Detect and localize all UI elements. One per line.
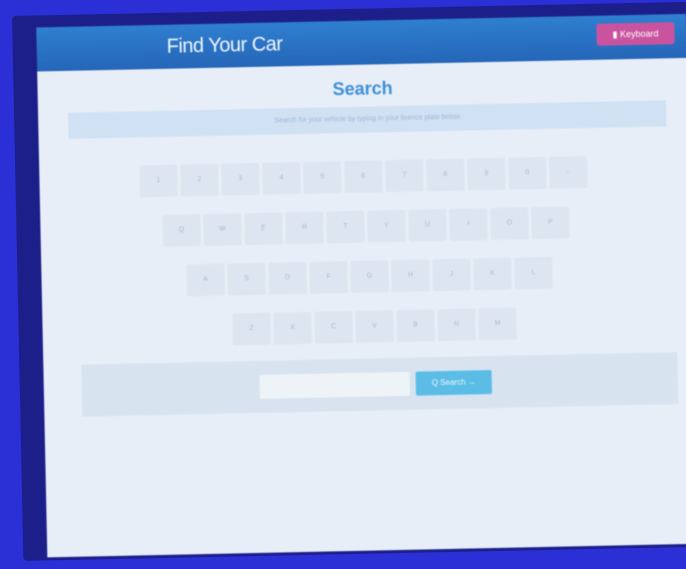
key-q[interactable]: Q — [162, 214, 201, 247]
key-c[interactable]: C — [314, 310, 353, 344]
key-r[interactable]: R — [285, 211, 324, 245]
kiosk-screen: Find Your Car ▮ Keyboard Search Search f… — [36, 13, 686, 558]
key-t[interactable]: T — [326, 210, 365, 244]
app-title: Find Your Car — [166, 33, 283, 58]
key-6[interactable]: 6 — [344, 160, 383, 194]
key-d[interactable]: D — [268, 261, 307, 295]
key-z[interactable]: Z — [232, 312, 271, 346]
key-y[interactable]: Y — [367, 209, 406, 243]
key-n[interactable]: N — [437, 308, 476, 342]
key-k[interactable]: K — [473, 257, 512, 291]
key-0[interactable]: 0 — [508, 156, 547, 190]
key-u[interactable]: U — [408, 208, 447, 242]
key-9[interactable]: 9 — [467, 157, 506, 191]
key-b[interactable]: B — [396, 309, 435, 343]
backspace-key[interactable]: ← — [549, 155, 588, 189]
keyboard-toggle-button[interactable]: ▮ Keyboard — [596, 22, 675, 46]
search-button[interactable]: Q Search → — [415, 370, 493, 396]
key-5[interactable]: 5 — [303, 161, 342, 194]
keyboard-row-4: Z X C V B N M — [232, 307, 517, 346]
key-x[interactable]: X — [273, 311, 312, 345]
key-s[interactable]: S — [227, 262, 266, 296]
keyboard-row-2: Q W E R T Y U I O P — [162, 206, 570, 247]
search-hint-bar: Search for your vehicle by typing in you… — [68, 100, 667, 139]
key-8[interactable]: 8 — [426, 158, 465, 192]
key-w[interactable]: W — [203, 213, 242, 247]
key-a[interactable]: A — [186, 263, 225, 297]
key-v[interactable]: V — [355, 310, 394, 343]
plate-search-input[interactable] — [259, 371, 411, 399]
key-p[interactable]: P — [531, 206, 570, 240]
key-j[interactable]: J — [432, 258, 471, 292]
key-f[interactable]: F — [309, 261, 348, 294]
header-bar: Find Your Car ▮ Keyboard — [36, 13, 686, 72]
search-panel: Q Search → — [81, 352, 679, 417]
key-2[interactable]: 2 — [180, 163, 219, 197]
key-g[interactable]: G — [350, 260, 389, 293]
key-e[interactable]: E — [244, 212, 283, 246]
keyboard-row-3: A S D F G H J K L — [186, 256, 553, 297]
key-7[interactable]: 7 — [385, 159, 424, 193]
key-o[interactable]: O — [490, 207, 529, 241]
key-1[interactable]: 1 — [139, 164, 178, 198]
key-h[interactable]: H — [391, 259, 430, 293]
key-i[interactable]: I — [449, 208, 488, 241]
monitor-bezel: Find Your Car ▮ Keyboard Search Search f… — [12, 1, 686, 561]
key-m[interactable]: M — [478, 307, 517, 341]
keyboard-row-1: 1 2 3 4 5 6 7 8 9 0 ← — [139, 155, 588, 198]
key-l[interactable]: L — [514, 256, 553, 290]
key-3[interactable]: 3 — [221, 162, 260, 196]
key-4[interactable]: 4 — [262, 161, 301, 195]
